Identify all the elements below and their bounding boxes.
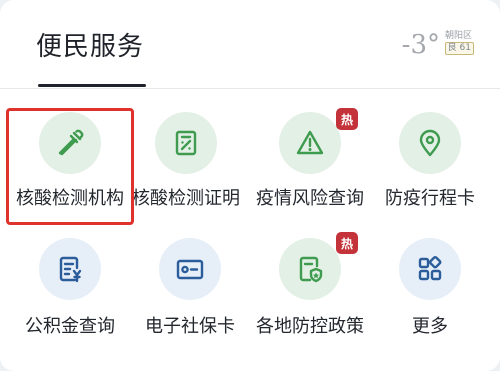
header-divider xyxy=(0,88,500,89)
service-label: 更多 xyxy=(412,316,448,337)
service-label: 核酸检测机构 xyxy=(16,188,124,209)
hot-badge: 热 xyxy=(336,108,358,130)
service-label: 电子社保卡 xyxy=(145,316,235,337)
district-label: 朝阳区 xyxy=(444,31,472,41)
service-label: 公积金查询 xyxy=(25,316,115,337)
service-item-nucleic-test-site[interactable]: 核酸检测机构 xyxy=(8,108,132,228)
location-pin-icon xyxy=(399,112,461,174)
service-item-housing-fund[interactable]: 公积金查询 xyxy=(8,232,132,352)
service-label: 防疫行程卡 xyxy=(385,188,475,209)
title-underline xyxy=(38,84,146,87)
service-label: 核酸检测证明 xyxy=(132,188,240,209)
warning-icon xyxy=(279,112,341,174)
certificate-icon xyxy=(155,112,217,174)
service-item-social-security-card[interactable]: 电子社保卡 xyxy=(128,232,252,352)
service-card: 便民服务 -3° 朝阳区 良 61 核酸检测机构 核酸检测证明 热 疫情风险查询… xyxy=(0,0,500,371)
id-card-icon xyxy=(159,238,221,300)
grid-apps-icon xyxy=(399,238,461,300)
fund-document-icon xyxy=(39,238,101,300)
service-label: 疫情风险查询 xyxy=(256,188,364,209)
service-item-travel-card[interactable]: 防疫行程卡 xyxy=(368,108,492,228)
service-item-nucleic-test-certificate[interactable]: 核酸检测证明 xyxy=(124,108,248,228)
dropper-icon xyxy=(39,112,101,174)
service-item-more[interactable]: 更多 xyxy=(368,232,492,352)
service-item-risk-query[interactable]: 热 疫情风险查询 xyxy=(248,108,372,228)
weather-widget[interactable]: -3° 朝阳区 良 61 xyxy=(374,26,474,66)
hot-badge: 热 xyxy=(336,232,358,254)
air-quality-badge: 良 61 xyxy=(444,42,474,55)
card-title: 便民服务 xyxy=(36,32,145,62)
shield-document-icon xyxy=(279,238,341,300)
card-header: 便民服务 -3° 朝阳区 良 61 xyxy=(0,0,500,88)
temperature: -3° xyxy=(401,30,440,60)
service-item-local-policies[interactable]: 热 各地防控政策 xyxy=(248,232,372,352)
service-label: 各地防控政策 xyxy=(256,316,364,337)
